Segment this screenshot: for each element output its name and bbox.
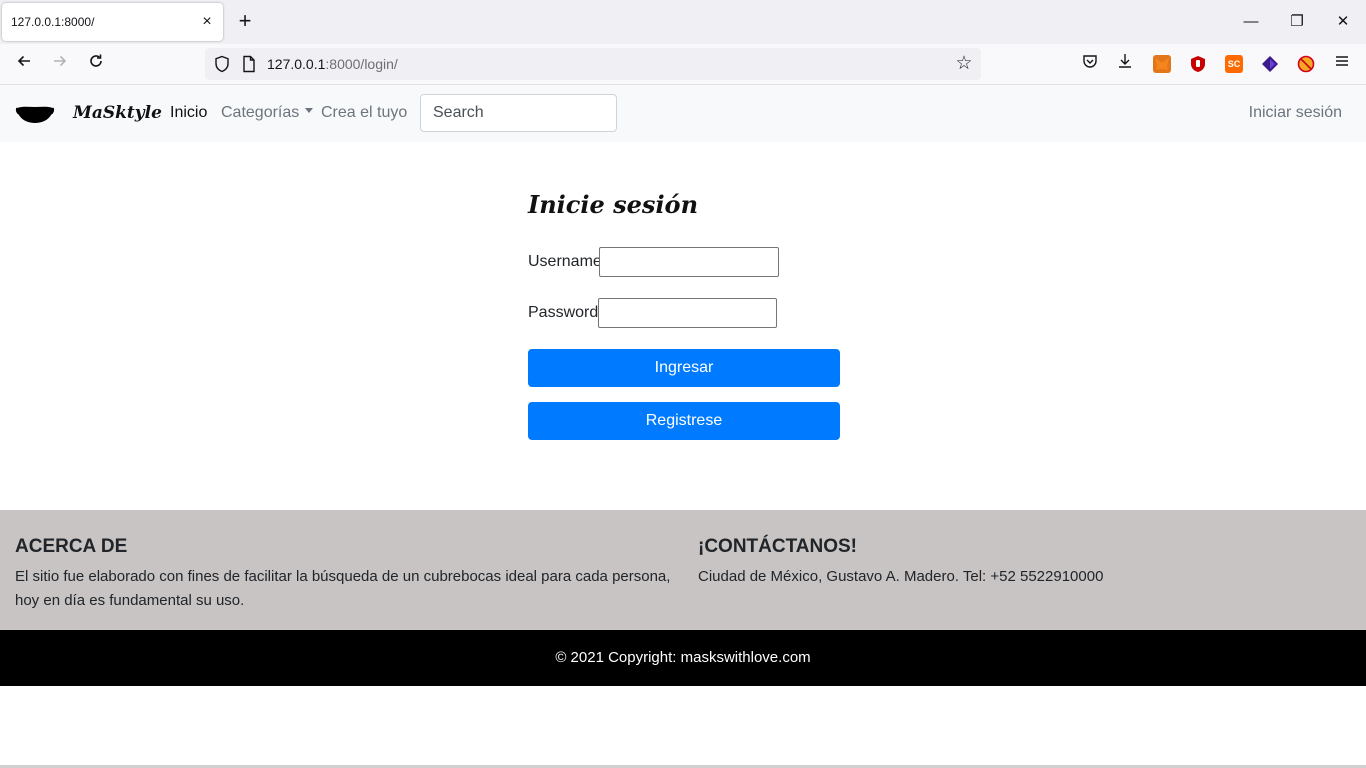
browser-tab[interactable]: 127.0.0.1:8000/ ×: [2, 3, 223, 41]
star-icon[interactable]: ☆: [953, 53, 975, 75]
contact-text: Ciudad de México, Gustavo A. Madero. Tel…: [698, 568, 1104, 585]
nav-link-crea-el-tuyo[interactable]: Crea el tuyo: [321, 104, 407, 122]
registrese-button[interactable]: Registrese: [528, 402, 840, 440]
nav-dropdown-label: Categorías: [221, 104, 300, 121]
site-navbar: MaSktyle Inicio Categorías Crea el tuyo …: [0, 85, 1366, 142]
close-window-icon[interactable]: ✕: [1329, 8, 1357, 36]
url-host: 127.0.0.1: [267, 56, 326, 72]
username-label: Username:: [528, 253, 607, 270]
back-arrow-icon[interactable]: [11, 51, 37, 77]
download-icon[interactable]: [1112, 51, 1138, 77]
about-heading: ACERCA DE: [15, 536, 128, 557]
copyright-bar: © 2021 Copyright: maskswithlove.com: [0, 630, 1366, 686]
reload-icon[interactable]: [83, 51, 109, 77]
mask-logo-icon[interactable]: [15, 99, 55, 129]
close-tab-icon[interactable]: ×: [199, 14, 215, 30]
login-title: Inicie sesión: [528, 190, 699, 219]
blocker-extension-icon[interactable]: [1297, 55, 1315, 73]
nav-dropdown-categorias[interactable]: Categorías: [221, 104, 314, 122]
new-tab-icon[interactable]: +: [233, 10, 257, 34]
url-path: :8000/login/: [325, 56, 398, 72]
url-text[interactable]: 127.0.0.1:8000/login/: [267, 56, 398, 72]
footer: ACERCA DE El sitio fue elaborado con fin…: [0, 510, 1366, 630]
tab-title: 127.0.0.1:8000/: [11, 15, 95, 29]
hamburger-menu-icon[interactable]: [1329, 51, 1355, 77]
metamask-extension-icon[interactable]: [1153, 55, 1171, 73]
nav-link-inicio[interactable]: Inicio: [170, 104, 207, 122]
ublock-extension-icon[interactable]: [1189, 55, 1207, 73]
contact-heading: ¡CONTÁCTANOS!: [698, 536, 858, 557]
restore-icon[interactable]: ❐: [1283, 8, 1311, 36]
login-link[interactable]: Iniciar sesión: [1249, 104, 1342, 122]
sc-extension-icon[interactable]: SC: [1225, 55, 1243, 73]
caret-down-icon: [305, 108, 314, 114]
url-bar[interactable]: 127.0.0.1:8000/login/ ☆: [205, 48, 981, 80]
password-label: Password:: [528, 304, 603, 321]
username-field[interactable]: [599, 247, 779, 277]
copyright-text: © 2021 Copyright: maskswithlove.com: [555, 649, 811, 666]
search-input[interactable]: [420, 94, 617, 132]
shield-icon[interactable]: [213, 55, 231, 73]
pocket-icon[interactable]: [1077, 51, 1103, 77]
forward-arrow-icon[interactable]: [47, 51, 73, 77]
ingresar-button[interactable]: Ingresar: [528, 349, 840, 387]
diamond-extension-icon[interactable]: [1261, 55, 1279, 73]
brand-name[interactable]: MaSktyle: [73, 103, 162, 123]
minimize-icon[interactable]: —: [1237, 8, 1265, 36]
browser-tab-bar: 127.0.0.1:8000/ × + — ❐ ✕: [0, 0, 1366, 44]
about-text: El sitio fue elaborado con fines de faci…: [15, 568, 671, 609]
password-field[interactable]: [598, 298, 777, 328]
browser-toolbar: 127.0.0.1:8000/login/ ☆ SC: [0, 44, 1366, 85]
page-icon[interactable]: [241, 55, 257, 73]
